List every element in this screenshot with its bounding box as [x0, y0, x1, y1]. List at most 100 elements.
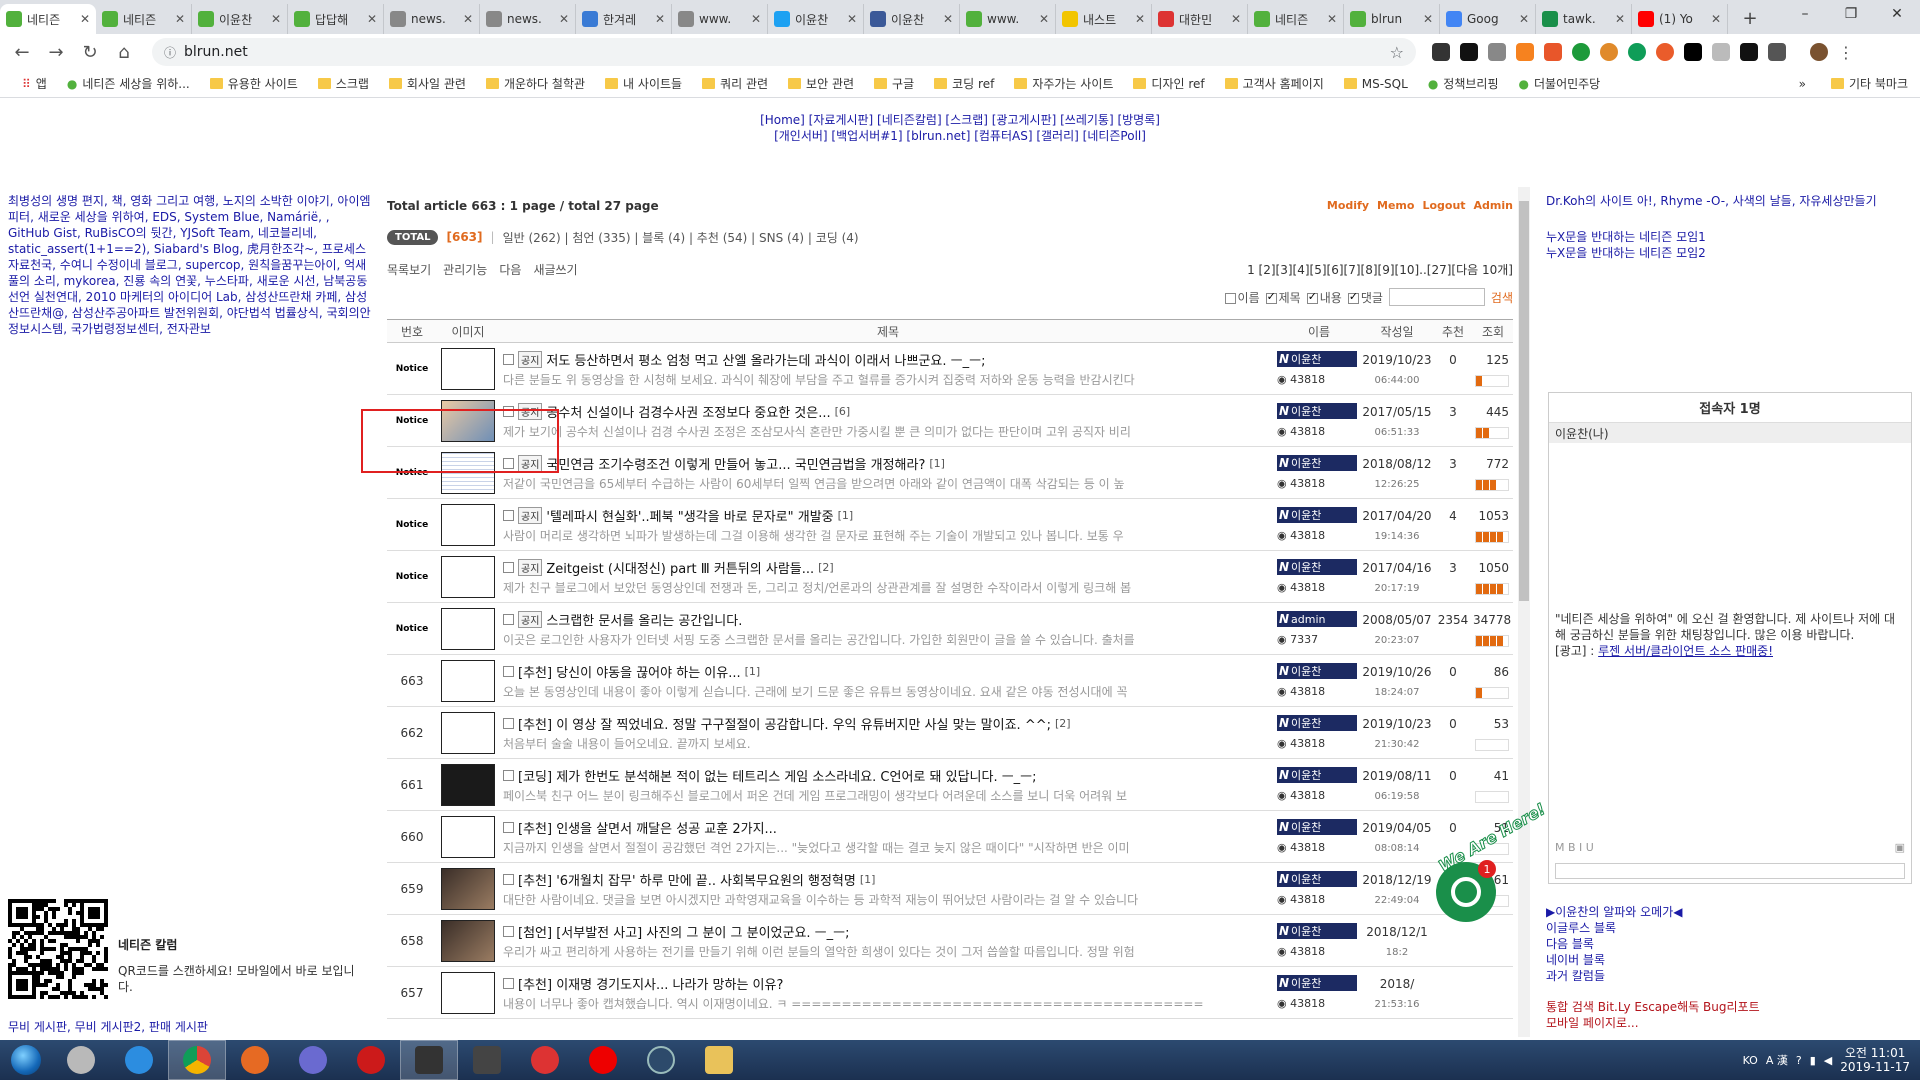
row-checkbox[interactable] — [503, 665, 514, 677]
evernote-icon[interactable] — [1572, 42, 1590, 61]
tab-close-icon[interactable]: ✕ — [1519, 12, 1529, 26]
record-icon[interactable] — [574, 1040, 632, 1080]
thumbnail[interactable] — [441, 607, 495, 650]
admin-link[interactable]: Modify — [1327, 199, 1369, 215]
right-link[interactable]: 누X문을 반대하는 네티즌 모임1 — [1546, 229, 1916, 245]
row-checkbox[interactable] — [503, 353, 514, 365]
post-title-link[interactable]: [추천] 이재명 경기도지사... 나라가 망하는 이유? — [518, 974, 783, 993]
post-title-link[interactable]: 스크랩한 문서를 올리는 공간입니다. — [546, 610, 742, 629]
browser-tab[interactable]: 이윤찬 ✕ — [864, 4, 960, 34]
row-checkbox[interactable] — [503, 769, 514, 781]
admin-link[interactable]: Admin — [1474, 199, 1513, 215]
bookmark-item[interactable]: 개운하다 철학관 — [476, 75, 595, 92]
post-title-link[interactable]: [첨언] [서부발전 사고] 사진의 그 분이 그 분이었군요. ㅡ_ㅡ; — [518, 922, 849, 941]
thumbnail[interactable] — [441, 555, 495, 598]
search-option[interactable]: 제목 — [1265, 289, 1301, 306]
search-option[interactable]: 이름 — [1224, 289, 1260, 306]
table-row[interactable]: 662 [추천] 이 영상 잘 찍었네요. 정말 구구절절이 공감합니다. 우익 … — [387, 707, 1513, 759]
thumbnail[interactable] — [441, 711, 495, 754]
author-badge[interactable]: N 이윤찬 — [1277, 559, 1357, 575]
search-checkbox[interactable] — [1306, 290, 1318, 304]
right-bottom-link[interactable]: ▶이윤찬의 알파와 오메가◀ — [1546, 904, 1916, 920]
bookmark-item[interactable]: 코딩 ref — [924, 75, 1004, 92]
tab-close-icon[interactable]: ✕ — [1135, 12, 1145, 26]
tab-close-icon[interactable]: ✕ — [751, 12, 761, 26]
browser-tab[interactable]: tawk. ✕ — [1536, 4, 1632, 34]
extension-icon[interactable] — [1488, 42, 1506, 61]
author-badge[interactable]: N 이윤찬 — [1277, 819, 1357, 835]
taskbar-app-icon[interactable] — [516, 1040, 574, 1080]
table-row[interactable]: 657 [추천] 이재명 경기도지사... 나라가 망하는 이유? 내용이 너무나 … — [387, 967, 1513, 1019]
thumbnail[interactable] — [441, 399, 495, 442]
browser-tab[interactable]: www. ✕ — [960, 4, 1056, 34]
bookmark-item[interactable]: 내 사이트들 — [595, 75, 692, 92]
row-checkbox[interactable] — [503, 613, 514, 625]
firefox-icon[interactable] — [226, 1040, 284, 1080]
row-checkbox[interactable] — [503, 717, 514, 729]
browser-tab[interactable]: 네티즌 ✕ — [96, 4, 192, 34]
thumbnail[interactable] — [441, 971, 495, 1014]
bookmark-item[interactable]: 고객사 홈페이지 — [1215, 75, 1334, 92]
thumbnail[interactable] — [441, 347, 495, 390]
row-checkbox[interactable] — [503, 509, 514, 521]
chat-format-tools[interactable]: M B I U — [1555, 841, 1594, 854]
right-bottom-link[interactable]: 이글루스 블록 — [1546, 920, 1916, 936]
bookmark-item[interactable]: 스크랩 — [308, 75, 379, 92]
board-tool-link[interactable]: 관리기능 — [443, 263, 487, 277]
clock[interactable]: 오전 11:01 2019-11-17 — [1840, 1046, 1910, 1074]
browser-tab[interactable]: 네티즌 ✕ — [1248, 4, 1344, 34]
page-scrollbar[interactable] — [1518, 187, 1530, 1037]
extension-icon[interactable] — [1544, 42, 1562, 61]
table-row[interactable]: Notice 공지 스크랩한 문서를 올리는 공간입니다. 이곳은 로그인한 사용자가… — [387, 603, 1513, 655]
table-row[interactable]: Notice 공지 공수처 신설이나 검경수사권 조정보다 중요한 것은... [6]… — [387, 395, 1513, 447]
bookmark-item[interactable]: ● 정책브리핑 — [1418, 75, 1509, 92]
bookmark-star-icon[interactable]: ☆ — [1390, 43, 1404, 62]
post-title-link[interactable]: [추천] 인생을 살면서 깨달은 성공 교훈 2가지... — [518, 818, 777, 837]
thumbnail[interactable] — [441, 451, 495, 494]
bookmark-item[interactable]: ● 네티즌 세상을 위하... — [57, 75, 200, 92]
extension-icon[interactable] — [1460, 42, 1478, 61]
row-checkbox[interactable] — [503, 925, 514, 937]
tab-close-icon[interactable]: ✕ — [1231, 12, 1241, 26]
row-checkbox[interactable] — [503, 405, 514, 417]
tab-close-icon[interactable]: ✕ — [1615, 12, 1625, 26]
browser-tab[interactable]: (1) Yo ✕ — [1632, 4, 1728, 34]
table-row[interactable]: Notice 공지 '텔레파시 현실화'..페북 "생각을 바로 문자로" 개발중 [… — [387, 499, 1513, 551]
table-row[interactable]: 659 [추천] '6개월치 잡무' 하루 만에 끝.. 사회복무요원의 행정혁명… — [387, 863, 1513, 915]
explorer-icon[interactable] — [690, 1040, 748, 1080]
thumbnail[interactable] — [441, 867, 495, 910]
bookmark-item[interactable]: 회사일 관련 — [379, 75, 476, 92]
thumbnail[interactable] — [441, 503, 495, 546]
tab-close-icon[interactable]: ✕ — [1423, 12, 1433, 26]
right-top-links[interactable]: Dr.Koh의 사이트 아!, Rhyme -O-, 사색의 날들, 자유세상만… — [1546, 193, 1916, 209]
right-link[interactable]: 누X문을 반대하는 네티즌 모임2 — [1546, 245, 1916, 261]
author-badge[interactable]: N 이윤찬 — [1277, 507, 1357, 523]
chat-ad-link[interactable]: 루젠 서버/클라이언트 소스 판매중! — [1598, 644, 1773, 658]
search-option[interactable]: 내용 — [1306, 289, 1342, 306]
search-input[interactable] — [1388, 288, 1485, 306]
tray-lang[interactable]: KO — [1743, 1054, 1758, 1067]
tab-close-icon[interactable]: ✕ — [80, 12, 90, 26]
table-row[interactable]: Notice 공지 저도 등산하면서 평소 엄청 먹고 산엘 올라가는데 과식이 이… — [387, 343, 1513, 395]
left-links[interactable]: 최병성의 생명 편지, 책, 영화 그리고 여행, 노지의 소박한 이야기, 아… — [8, 193, 374, 337]
taskbar-app-icon[interactable] — [284, 1040, 342, 1080]
home-icon[interactable]: ⌂ — [110, 38, 138, 66]
author-badge[interactable]: N 이윤찬 — [1277, 871, 1357, 887]
post-title-link[interactable]: '텔레파시 현실화'..페북 "생각을 바로 문자로" 개발중 — [546, 506, 833, 525]
minimize-icon[interactable]: – — [1782, 0, 1828, 28]
tab-close-icon[interactable]: ✕ — [1039, 12, 1049, 26]
bookmark-item[interactable]: MS-SQL — [1334, 77, 1418, 91]
taskbar-app-icon[interactable] — [400, 1040, 458, 1080]
forward-icon[interactable]: → — [42, 38, 70, 66]
browser-tab[interactable]: news. ✕ — [480, 4, 576, 34]
bookmark-item[interactable]: 유용한 사이트 — [200, 75, 308, 92]
volume-icon[interactable]: ◀ — [1824, 1054, 1832, 1067]
search-checkbox[interactable] — [1265, 290, 1277, 304]
close-window-icon[interactable]: ✕ — [1874, 0, 1920, 28]
author-badge[interactable]: N 이윤찬 — [1277, 663, 1357, 679]
thumbnail[interactable] — [441, 815, 495, 858]
thumbnail[interactable] — [441, 919, 495, 962]
reload-icon[interactable]: ↻ — [76, 38, 104, 66]
thumbnail[interactable] — [441, 763, 495, 806]
browser-tab[interactable]: 답답해 ✕ — [288, 4, 384, 34]
